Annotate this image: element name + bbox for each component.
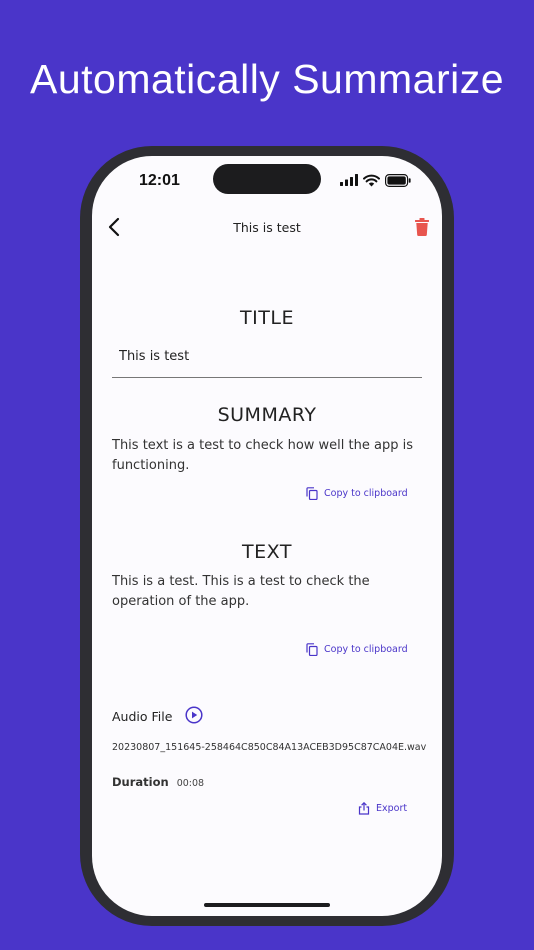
audio-file-label: Audio File <box>112 709 173 724</box>
nav-title: This is test <box>233 220 301 235</box>
promo-headline: Automatically Summarize <box>29 56 505 102</box>
audio-filename: 20230807_151645-258464C850C84A13ACEB3D95… <box>112 742 427 753</box>
export-label: Export <box>376 803 408 814</box>
text-heading: TEXT <box>242 541 292 563</box>
copy-summary-button[interactable]: Copy to clipboard <box>306 487 408 500</box>
title-input[interactable] <box>112 344 422 378</box>
duration-row: Duration 00:08 <box>112 775 204 789</box>
trash-icon[interactable] <box>414 218 430 236</box>
battery-icon <box>385 173 411 187</box>
copy-text-label: Copy to clipboard <box>324 644 408 655</box>
duration-label: Duration <box>112 775 169 789</box>
phone-screen: 12:01 This is test TITLE SUMMARY This te… <box>92 156 442 916</box>
duration-value: 00:08 <box>176 778 205 789</box>
status-time: 12:01 <box>139 172 180 189</box>
signal-icon <box>340 174 358 186</box>
summary-text: This text is a test to check how well th… <box>112 438 413 473</box>
share-icon <box>358 802 370 815</box>
transcript-text: This is a test. This is a test to check … <box>112 574 370 609</box>
copy-text-button[interactable]: Copy to clipboard <box>306 643 408 656</box>
wifi-icon <box>363 174 380 186</box>
copy-icon <box>306 487 318 500</box>
export-button[interactable]: Export <box>358 802 407 815</box>
copy-icon <box>306 643 318 656</box>
play-icon[interactable] <box>185 706 203 724</box>
summary-heading: SUMMARY <box>217 404 317 426</box>
title-heading: TITLE <box>240 307 294 329</box>
dynamic-island <box>213 164 321 194</box>
status-icons <box>340 173 411 187</box>
home-indicator[interactable] <box>204 903 330 907</box>
copy-summary-label: Copy to clipboard <box>324 488 408 499</box>
